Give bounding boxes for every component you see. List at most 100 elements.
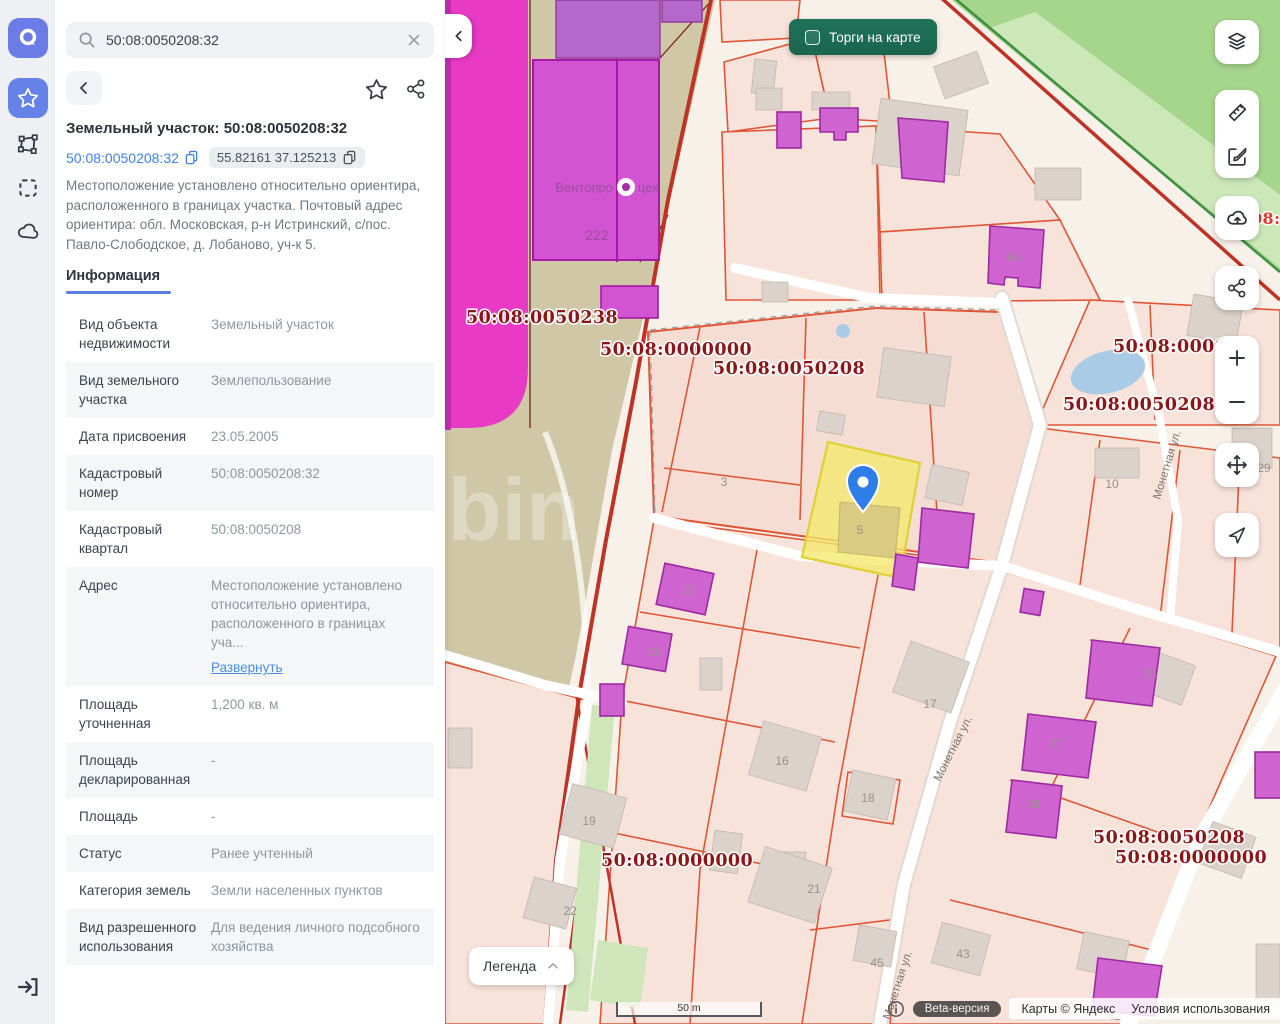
panel-collapse-button[interactable] (445, 14, 472, 58)
parcel-number: 21 (807, 882, 821, 896)
move-icon (1225, 453, 1249, 477)
sidebar-item-favorites[interactable] (8, 78, 48, 118)
coordinates-chip[interactable]: 55.82161 37.125213 (209, 147, 365, 168)
quarter-label: 50:08:0000 (1113, 337, 1227, 357)
search-bar[interactable] (66, 22, 434, 58)
cloud-upload-icon (1225, 206, 1250, 231)
trades-checkbox[interactable] (805, 30, 820, 45)
zone-number: 222 (585, 227, 609, 243)
quarter-label: 50:08:0050208 (1063, 395, 1215, 415)
polygon-tool-icon[interactable] (8, 125, 48, 165)
back-button[interactable] (66, 71, 102, 105)
tab-information[interactable]: Информация (66, 268, 160, 284)
map-attribution: Beta-версия Карты © Яндекс Условия испол… (887, 998, 1280, 1019)
parcel-number: 17 (923, 697, 937, 711)
quarter-label: 50:08:0000000 (601, 851, 753, 871)
table-row-address: Адрес Местоположение установлено относит… (66, 567, 434, 686)
zone-magenta (445, 0, 528, 430)
legend-label: Легенда (483, 958, 536, 974)
quarter-label: 50:08:0050208 (1093, 828, 1245, 848)
card-header (66, 71, 434, 105)
table-row: Категория земельЗемли населенных пунктов (66, 872, 434, 909)
sign-in-icon[interactable] (13, 972, 43, 1002)
parcel-number: 45 (870, 956, 884, 970)
cadastral-number-text: 50:08:0050208:32 (66, 150, 179, 166)
favorite-star-button[interactable] (362, 75, 390, 103)
zoom-in-button[interactable] (1215, 336, 1259, 380)
parcel-number: 29 (1257, 461, 1271, 475)
app-logo-icon[interactable] (8, 18, 48, 58)
share-icon (1226, 277, 1248, 299)
clear-search-icon[interactable] (406, 32, 422, 48)
layers-button[interactable] (1215, 20, 1259, 64)
edit-icon (1226, 145, 1249, 168)
trades-on-map-toggle[interactable]: Торги на карте (789, 19, 937, 55)
info-button[interactable] (887, 1000, 905, 1018)
beta-badge: Beta-версия (913, 1001, 1002, 1017)
parcel-number: 19 (582, 814, 596, 828)
map-scale-bar: 50 m (616, 1002, 762, 1017)
parcel-number: 37 (1049, 737, 1063, 751)
address-value: Местоположение установлено относительно … (211, 578, 402, 650)
pan-button[interactable] (1215, 443, 1259, 487)
legend-button[interactable]: Легенда (469, 947, 574, 985)
search-input[interactable] (106, 32, 396, 48)
maps-copyright[interactable]: Карты © Яндекс (1021, 1002, 1115, 1016)
table-row: Площадь уточненная1,200 кв. м (66, 686, 434, 742)
expand-address-link[interactable]: Развернуть (211, 658, 283, 677)
coordinates-text: 55.82161 37.125213 (217, 150, 336, 165)
quarter-label: 50:08:0000000 (600, 340, 752, 360)
attribution-strip: Карты © Яндекс Условия использования (1009, 998, 1280, 1019)
cadastral-map[interactable]: bin (445, 0, 1280, 1024)
object-description: Местоположение установлено относительно … (66, 176, 434, 254)
parcel-number: 35 (1143, 667, 1157, 681)
copy-icon[interactable] (342, 150, 357, 165)
locate-button[interactable] (1215, 513, 1259, 557)
cadastral-number-link[interactable]: 50:08:0050208:32 (66, 150, 199, 166)
parcel-number: 10 (1105, 477, 1119, 491)
tab-underline (66, 291, 171, 294)
location-arrow-icon (1226, 524, 1248, 546)
quarter-label: 50:08:0050238 (466, 308, 618, 328)
object-panel: Земельный участок: 50:08:0050208:32 50:0… (55, 0, 445, 1024)
table-row: Кадастровый квартал50:08:0050208 (66, 511, 434, 567)
poi-marker (617, 178, 635, 196)
parcel-number: 39 (1026, 797, 1040, 811)
chevron-up-icon (546, 959, 560, 973)
app-root: Земельный участок: 50:08:0050208:32 50:0… (0, 0, 1280, 1024)
table-row: Вид разрешенного использованияДля ведени… (66, 909, 434, 965)
table-row: СтатусРанее учтенный (66, 835, 434, 872)
quarter-label: 50:08:0000000 (1115, 848, 1267, 868)
upload-tool (1215, 196, 1259, 240)
table-row: Площадь- (66, 798, 434, 835)
table-row: Вид земельного участкаЗемлепользование (66, 362, 434, 418)
ruler-icon (1226, 101, 1249, 124)
copy-icon[interactable] (184, 150, 199, 165)
plus-icon (1226, 347, 1248, 369)
edit-button[interactable] (1215, 134, 1259, 178)
parcel-number: 16 (775, 754, 789, 768)
quarter-label: 50:08:0050208 (713, 359, 865, 379)
cloud-upload-button[interactable] (1215, 196, 1259, 240)
info-icon (887, 1000, 905, 1018)
area-select-icon[interactable] (8, 168, 48, 208)
share-button[interactable] (402, 75, 430, 103)
measure-edit-tools (1215, 90, 1259, 178)
layers-icon (1225, 30, 1249, 54)
table-row: Дата присвоения23.05.2005 (66, 418, 434, 455)
share-map-tool (1215, 266, 1259, 310)
zoom-tool (1215, 336, 1259, 424)
locate-tool (1215, 513, 1259, 557)
zoom-out-button[interactable] (1215, 380, 1259, 424)
ruler-button[interactable] (1215, 90, 1259, 134)
layers-tool (1215, 20, 1259, 64)
share-map-button[interactable] (1215, 266, 1259, 310)
terms-of-use-link[interactable]: Условия использования (1131, 1002, 1270, 1016)
trades-label: Торги на карте (829, 30, 921, 45)
scale-label: 50 m (677, 1002, 700, 1014)
cloud-icon[interactable] (8, 212, 48, 252)
page-title: Земельный участок: 50:08:0050208:32 (66, 120, 434, 137)
parcel-number: 5 (857, 523, 864, 537)
chips-row: 50:08:0050208:32 55.82161 37.125213 (66, 147, 434, 168)
zone-name-right: цех (638, 180, 659, 195)
